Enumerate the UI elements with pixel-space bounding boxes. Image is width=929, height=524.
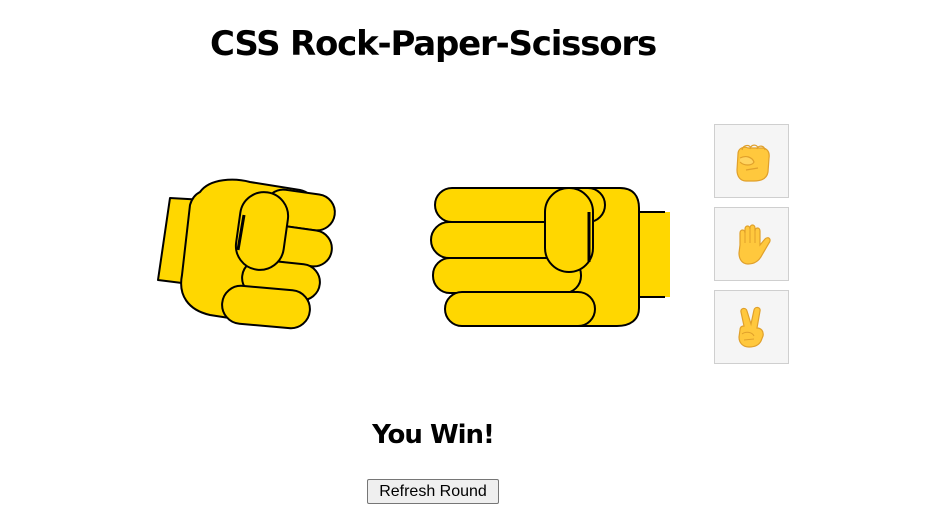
player-fist-icon — [157, 178, 336, 330]
page-title: CSS Rock-Paper-Scissors — [209, 24, 657, 64]
raised-hand-icon — [737, 224, 771, 265]
result-message: You Win! — [372, 420, 495, 450]
computer-fist-icon — [430, 187, 670, 327]
rock-choice-button[interactable] — [714, 124, 789, 198]
victory-hand-icon — [737, 306, 764, 348]
player-fist-hand — [150, 170, 340, 340]
raised-fist-icon — [735, 144, 770, 182]
paper-choice-button[interactable] — [714, 207, 789, 281]
choice-panel — [714, 124, 789, 373]
refresh-round-button[interactable]: Refresh Round — [367, 479, 499, 504]
scissors-choice-button[interactable] — [714, 290, 789, 364]
computer-fist-hand — [425, 180, 670, 330]
